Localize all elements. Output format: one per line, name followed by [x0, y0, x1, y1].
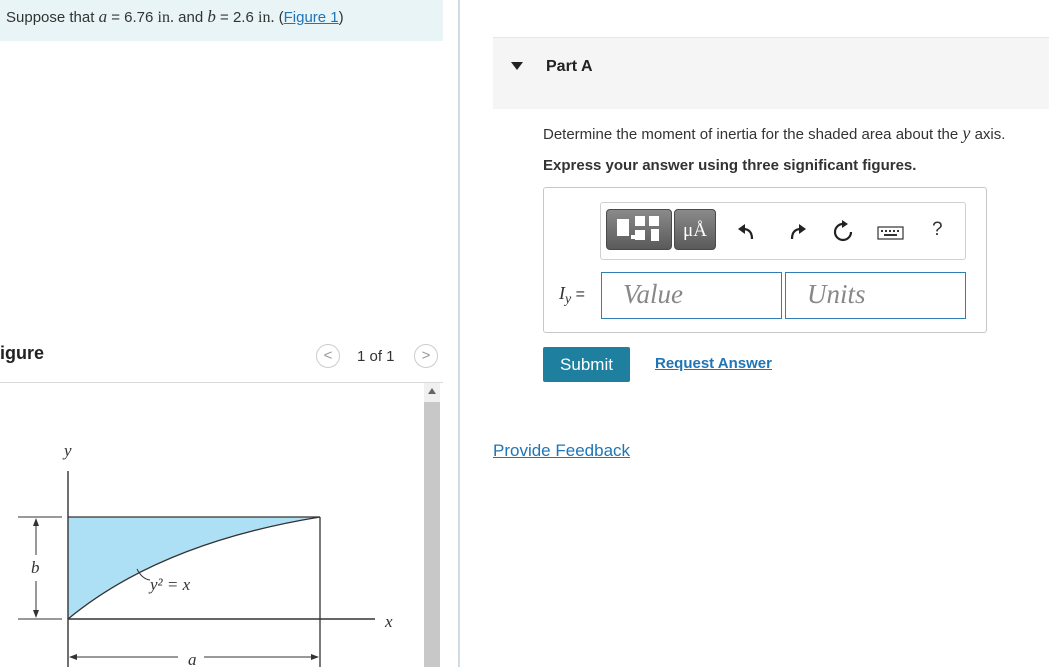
a-unit: in. [157, 9, 174, 26]
help-button[interactable]: ? [932, 219, 943, 241]
provide-feedback-link[interactable]: Provide Feedback [493, 441, 630, 461]
shaded-area [68, 517, 320, 619]
redo-icon[interactable] [785, 219, 811, 245]
chevron-right-icon: > [421, 347, 431, 364]
b-unit: in. [258, 9, 275, 26]
lhs-equals: = [571, 286, 586, 303]
figure-diagram: y x b y² = x a [18, 441, 393, 667]
x-axis-label: x [384, 612, 393, 631]
var-b: b [207, 7, 216, 26]
figure-link[interactable]: Figure 1 [284, 9, 339, 26]
templates-icon [617, 216, 659, 241]
problem-text-prefix: Suppose that [6, 9, 99, 26]
prev-figure-button[interactable]: < [316, 344, 340, 368]
figure-title: igure [0, 343, 45, 363]
value-input[interactable]: Value [601, 272, 782, 319]
panel-divider [458, 0, 460, 667]
figure-pager-text: 1 of 1 [357, 348, 395, 365]
question-suffix: axis. [970, 126, 1006, 143]
collapse-caret-icon[interactable] [511, 62, 523, 70]
submit-button[interactable]: Submit [543, 347, 630, 382]
next-figure-button[interactable]: > [414, 344, 438, 368]
a-dimension-label: a [188, 650, 197, 667]
question-text: Determine the moment of inertia for the … [543, 123, 1005, 144]
templates-button[interactable] [606, 209, 672, 250]
request-answer-link[interactable]: Request Answer [655, 355, 772, 372]
b-dimension-label: b [31, 558, 40, 577]
a-value: = 6.76 [107, 9, 158, 26]
problem-text-and: and [174, 9, 208, 26]
problem-statement: Suppose that a = 6.76 in. and b = 2.6 in… [6, 7, 344, 27]
units-button[interactable]: μÅ [674, 209, 716, 250]
question-prefix: Determine the moment of inertia for the … [543, 126, 963, 143]
undo-icon[interactable] [733, 219, 759, 245]
figure-scrollbar-thumb[interactable] [424, 402, 440, 667]
paren-open: ( [274, 9, 284, 26]
reset-icon[interactable] [830, 219, 856, 245]
curve-label: y² = x [148, 575, 191, 594]
paren-close: ) [338, 9, 344, 26]
chevron-left-icon: < [323, 347, 333, 364]
answer-lhs-label: Iy = [559, 283, 585, 308]
keyboard-icon[interactable] [877, 226, 904, 240]
part-title: Part A [546, 58, 593, 75]
var-a: a [98, 7, 108, 26]
scroll-up-arrow-icon[interactable] [428, 388, 436, 394]
b-value: = 2.6 [215, 9, 258, 26]
answer-instruction: Express your answer using three signific… [543, 157, 917, 174]
units-input[interactable]: Units [785, 272, 966, 319]
y-axis-label: y [62, 441, 72, 460]
